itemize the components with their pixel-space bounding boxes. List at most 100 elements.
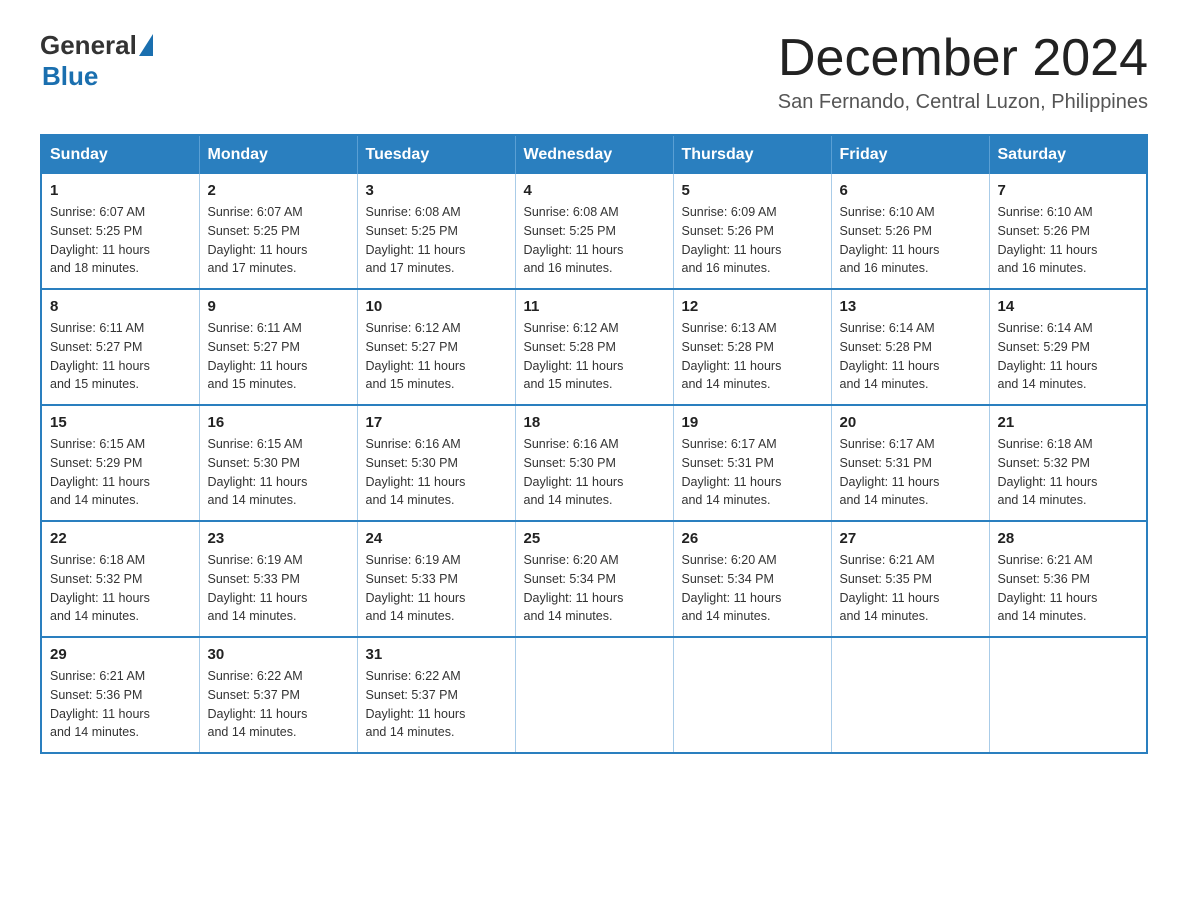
calendar-day-cell: 27 Sunrise: 6:21 AM Sunset: 5:35 PM Dayl… (831, 521, 989, 637)
calendar-day-cell: 22 Sunrise: 6:18 AM Sunset: 5:32 PM Dayl… (41, 521, 199, 637)
calendar-day-cell: 3 Sunrise: 6:08 AM Sunset: 5:25 PM Dayli… (357, 174, 515, 289)
day-info: Sunrise: 6:18 AM Sunset: 5:32 PM Dayligh… (998, 435, 1139, 510)
calendar-day-cell: 31 Sunrise: 6:22 AM Sunset: 5:37 PM Dayl… (357, 637, 515, 753)
calendar-day-cell: 18 Sunrise: 6:16 AM Sunset: 5:30 PM Dayl… (515, 405, 673, 521)
calendar-day-cell (515, 637, 673, 753)
calendar-day-cell: 25 Sunrise: 6:20 AM Sunset: 5:34 PM Dayl… (515, 521, 673, 637)
calendar-day-cell: 1 Sunrise: 6:07 AM Sunset: 5:25 PM Dayli… (41, 174, 199, 289)
day-number: 12 (682, 298, 823, 315)
calendar-day-cell: 20 Sunrise: 6:17 AM Sunset: 5:31 PM Dayl… (831, 405, 989, 521)
day-number: 8 (50, 298, 191, 315)
calendar-day-cell: 28 Sunrise: 6:21 AM Sunset: 5:36 PM Dayl… (989, 521, 1147, 637)
calendar-week-row: 8 Sunrise: 6:11 AM Sunset: 5:27 PM Dayli… (41, 289, 1147, 405)
day-info: Sunrise: 6:12 AM Sunset: 5:27 PM Dayligh… (366, 319, 507, 394)
calendar-day-cell: 23 Sunrise: 6:19 AM Sunset: 5:33 PM Dayl… (199, 521, 357, 637)
calendar-week-row: 15 Sunrise: 6:15 AM Sunset: 5:29 PM Dayl… (41, 405, 1147, 521)
day-info: Sunrise: 6:18 AM Sunset: 5:32 PM Dayligh… (50, 551, 191, 626)
weekday-header-tuesday: Tuesday (357, 135, 515, 174)
day-number: 22 (50, 530, 191, 547)
day-info: Sunrise: 6:20 AM Sunset: 5:34 PM Dayligh… (682, 551, 823, 626)
day-info: Sunrise: 6:21 AM Sunset: 5:36 PM Dayligh… (998, 551, 1139, 626)
calendar-day-cell: 29 Sunrise: 6:21 AM Sunset: 5:36 PM Dayl… (41, 637, 199, 753)
month-year-title: December 2024 (778, 30, 1148, 87)
day-number: 19 (682, 414, 823, 431)
day-info: Sunrise: 6:08 AM Sunset: 5:25 PM Dayligh… (524, 203, 665, 278)
day-info: Sunrise: 6:07 AM Sunset: 5:25 PM Dayligh… (50, 203, 191, 278)
calendar-day-cell: 6 Sunrise: 6:10 AM Sunset: 5:26 PM Dayli… (831, 174, 989, 289)
weekday-header-sunday: Sunday (41, 135, 199, 174)
day-number: 25 (524, 530, 665, 547)
location-subtitle: San Fernando, Central Luzon, Philippines (778, 91, 1148, 114)
day-number: 26 (682, 530, 823, 547)
calendar-day-cell (989, 637, 1147, 753)
calendar-day-cell: 5 Sunrise: 6:09 AM Sunset: 5:26 PM Dayli… (673, 174, 831, 289)
logo: General Blue (40, 30, 153, 92)
day-info: Sunrise: 6:10 AM Sunset: 5:26 PM Dayligh… (998, 203, 1139, 278)
day-number: 20 (840, 414, 981, 431)
day-info: Sunrise: 6:14 AM Sunset: 5:29 PM Dayligh… (998, 319, 1139, 394)
day-number: 27 (840, 530, 981, 547)
day-number: 16 (208, 414, 349, 431)
logo-triangle-icon (139, 34, 153, 56)
day-number: 28 (998, 530, 1139, 547)
day-info: Sunrise: 6:15 AM Sunset: 5:29 PM Dayligh… (50, 435, 191, 510)
day-number: 1 (50, 182, 191, 199)
day-info: Sunrise: 6:10 AM Sunset: 5:26 PM Dayligh… (840, 203, 981, 278)
calendar-day-cell: 30 Sunrise: 6:22 AM Sunset: 5:37 PM Dayl… (199, 637, 357, 753)
day-number: 21 (998, 414, 1139, 431)
calendar-day-cell: 14 Sunrise: 6:14 AM Sunset: 5:29 PM Dayl… (989, 289, 1147, 405)
page-header: General Blue December 2024 San Fernando,… (40, 30, 1148, 114)
calendar-day-cell: 19 Sunrise: 6:17 AM Sunset: 5:31 PM Dayl… (673, 405, 831, 521)
calendar-day-cell: 24 Sunrise: 6:19 AM Sunset: 5:33 PM Dayl… (357, 521, 515, 637)
day-number: 15 (50, 414, 191, 431)
day-info: Sunrise: 6:22 AM Sunset: 5:37 PM Dayligh… (208, 667, 349, 742)
calendar-day-cell: 13 Sunrise: 6:14 AM Sunset: 5:28 PM Dayl… (831, 289, 989, 405)
day-number: 29 (50, 646, 191, 663)
day-info: Sunrise: 6:21 AM Sunset: 5:36 PM Dayligh… (50, 667, 191, 742)
logo-blue-text: Blue (42, 61, 153, 92)
day-info: Sunrise: 6:13 AM Sunset: 5:28 PM Dayligh… (682, 319, 823, 394)
calendar-day-cell (831, 637, 989, 753)
day-number: 17 (366, 414, 507, 431)
day-info: Sunrise: 6:09 AM Sunset: 5:26 PM Dayligh… (682, 203, 823, 278)
calendar-day-cell: 17 Sunrise: 6:16 AM Sunset: 5:30 PM Dayl… (357, 405, 515, 521)
day-info: Sunrise: 6:16 AM Sunset: 5:30 PM Dayligh… (524, 435, 665, 510)
day-number: 3 (366, 182, 507, 199)
weekday-header-saturday: Saturday (989, 135, 1147, 174)
day-number: 7 (998, 182, 1139, 199)
day-info: Sunrise: 6:21 AM Sunset: 5:35 PM Dayligh… (840, 551, 981, 626)
day-number: 30 (208, 646, 349, 663)
title-area: December 2024 San Fernando, Central Luzo… (778, 30, 1148, 114)
calendar-day-cell: 7 Sunrise: 6:10 AM Sunset: 5:26 PM Dayli… (989, 174, 1147, 289)
day-number: 10 (366, 298, 507, 315)
logo-general-text: General (40, 30, 137, 61)
day-number: 4 (524, 182, 665, 199)
day-info: Sunrise: 6:07 AM Sunset: 5:25 PM Dayligh… (208, 203, 349, 278)
calendar-day-cell: 10 Sunrise: 6:12 AM Sunset: 5:27 PM Dayl… (357, 289, 515, 405)
day-info: Sunrise: 6:14 AM Sunset: 5:28 PM Dayligh… (840, 319, 981, 394)
day-info: Sunrise: 6:16 AM Sunset: 5:30 PM Dayligh… (366, 435, 507, 510)
calendar-day-cell: 11 Sunrise: 6:12 AM Sunset: 5:28 PM Dayl… (515, 289, 673, 405)
day-info: Sunrise: 6:11 AM Sunset: 5:27 PM Dayligh… (50, 319, 191, 394)
day-number: 18 (524, 414, 665, 431)
day-info: Sunrise: 6:22 AM Sunset: 5:37 PM Dayligh… (366, 667, 507, 742)
calendar-day-cell: 2 Sunrise: 6:07 AM Sunset: 5:25 PM Dayli… (199, 174, 357, 289)
day-info: Sunrise: 6:17 AM Sunset: 5:31 PM Dayligh… (682, 435, 823, 510)
day-number: 9 (208, 298, 349, 315)
day-info: Sunrise: 6:17 AM Sunset: 5:31 PM Dayligh… (840, 435, 981, 510)
day-info: Sunrise: 6:19 AM Sunset: 5:33 PM Dayligh… (208, 551, 349, 626)
calendar-week-row: 29 Sunrise: 6:21 AM Sunset: 5:36 PM Dayl… (41, 637, 1147, 753)
calendar-table: SundayMondayTuesdayWednesdayThursdayFrid… (40, 134, 1148, 754)
calendar-day-cell: 4 Sunrise: 6:08 AM Sunset: 5:25 PM Dayli… (515, 174, 673, 289)
day-info: Sunrise: 6:15 AM Sunset: 5:30 PM Dayligh… (208, 435, 349, 510)
day-info: Sunrise: 6:11 AM Sunset: 5:27 PM Dayligh… (208, 319, 349, 394)
day-number: 6 (840, 182, 981, 199)
day-number: 31 (366, 646, 507, 663)
calendar-day-cell: 9 Sunrise: 6:11 AM Sunset: 5:27 PM Dayli… (199, 289, 357, 405)
day-number: 11 (524, 298, 665, 315)
day-info: Sunrise: 6:19 AM Sunset: 5:33 PM Dayligh… (366, 551, 507, 626)
calendar-week-row: 22 Sunrise: 6:18 AM Sunset: 5:32 PM Dayl… (41, 521, 1147, 637)
weekday-header-row: SundayMondayTuesdayWednesdayThursdayFrid… (41, 135, 1147, 174)
calendar-day-cell: 16 Sunrise: 6:15 AM Sunset: 5:30 PM Dayl… (199, 405, 357, 521)
day-number: 14 (998, 298, 1139, 315)
